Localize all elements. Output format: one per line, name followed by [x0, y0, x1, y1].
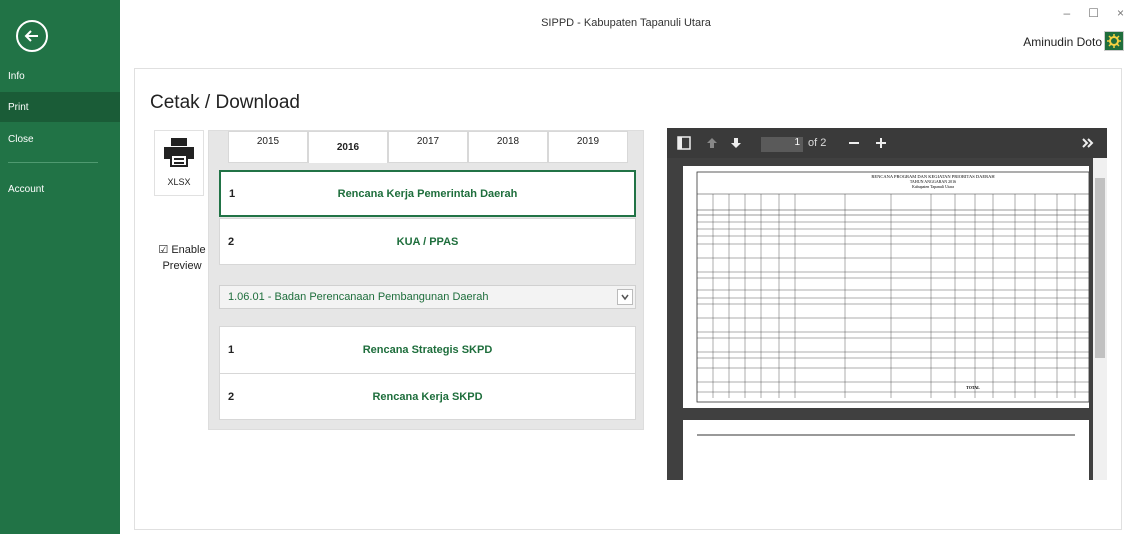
tab-year-2017[interactable]: 2017: [388, 131, 468, 163]
enable-preview-checkbox[interactable]: ☑ Enable Preview: [154, 242, 210, 274]
doc-region: Kabupaten Tapanuli Utara: [912, 184, 954, 189]
year-tabs: 2015 2016 2017 2018 2019: [228, 131, 629, 163]
report-label: KUA / PPAS: [396, 235, 459, 248]
tab-year-2019[interactable]: 2019: [548, 131, 628, 163]
report-number: 2: [228, 235, 235, 248]
close-button[interactable]: ×: [1117, 6, 1124, 20]
scrollbar-thumb[interactable]: [1095, 178, 1105, 358]
back-button[interactable]: [16, 20, 48, 52]
sidebar-item-label: Print: [8, 101, 29, 113]
report-card-rkpd[interactable]: 1 Rencana Kerja Pemerintah Daerah: [219, 170, 636, 217]
sidebar-item-print[interactable]: Print: [0, 92, 120, 122]
checkbox-checked-icon: ☑: [158, 244, 169, 256]
skpd-select-value: 1.06.01 - Badan Perencanaan Pembangunan …: [228, 291, 489, 303]
xlsx-button[interactable]: XLSX: [154, 130, 204, 196]
skpd-report-list: 1 Rencana Strategis SKPD 2 Rencana Kerja…: [219, 326, 636, 420]
report-label: Rencana Kerja Pemerintah Daerah: [337, 187, 518, 200]
zoom-out-icon[interactable]: [847, 136, 861, 150]
maximize-button[interactable]: ☐: [1088, 6, 1099, 20]
sidebar-item-account[interactable]: Account: [0, 174, 120, 204]
back-arrow-icon: [24, 30, 38, 42]
title-bar: SIPPD - Kabupaten Tapanuli Utara – ☐ × A…: [120, 0, 1132, 62]
report-number: 1: [228, 344, 235, 356]
more-tools-icon[interactable]: [1081, 136, 1095, 150]
window-title: SIPPD - Kabupaten Tapanuli Utara: [541, 17, 711, 29]
report-card-renja[interactable]: 2 Rencana Kerja SKPD: [220, 374, 635, 420]
report-label: Rencana Kerja SKPD: [372, 391, 483, 403]
pdf-page-2: [683, 420, 1089, 480]
tab-year-2015[interactable]: 2015: [228, 131, 308, 163]
tab-year-2016[interactable]: 2016: [308, 131, 388, 163]
report-card-kua-ppas[interactable]: 2 KUA / PPAS: [219, 218, 636, 265]
gear-icon: [1107, 34, 1121, 48]
minimize-button[interactable]: –: [1064, 6, 1071, 20]
window-controls: – ☐ ×: [1064, 6, 1124, 20]
pdf-page-input[interactable]: 1: [761, 137, 803, 152]
xlsx-label: XLSX: [167, 177, 191, 187]
tab-year-2018[interactable]: 2018: [468, 131, 548, 163]
sidebar-toggle-icon[interactable]: [677, 136, 691, 150]
chevron-down-icon[interactable]: [617, 289, 633, 305]
sidebar-item-label: Close: [8, 133, 34, 145]
sidebar-item-label: Account: [8, 183, 45, 195]
zoom-in-icon[interactable]: [874, 136, 888, 150]
sidebar-item-label: Info: [8, 70, 25, 82]
pdf-scrollbar[interactable]: [1093, 158, 1107, 480]
report-label: Rencana Strategis SKPD: [362, 344, 493, 356]
report-card-renstra[interactable]: 1 Rencana Strategis SKPD: [220, 327, 635, 373]
page-title: Cetak / Download: [150, 92, 300, 113]
avatar[interactable]: [1104, 31, 1124, 51]
pdf-toolbar: 1 of 2: [667, 128, 1107, 158]
report-number: 2: [228, 391, 235, 403]
next-page-icon[interactable]: [729, 136, 743, 150]
skpd-select[interactable]: 1.06.01 - Badan Perencanaan Pembangunan …: [219, 285, 636, 309]
pdf-page-2-content: [697, 434, 1075, 436]
sidebar-item-close[interactable]: Close: [0, 124, 120, 154]
pdf-preview: 1 of 2 RENCANA PROGRAM DAN KEGIATAN PRIO…: [667, 128, 1107, 480]
pdf-page-1: RENCANA PROGRAM DAN KEGIATAN PRIORITAS D…: [683, 166, 1090, 408]
enable-preview-label: Enable Preview: [162, 244, 206, 272]
sidebar-item-info[interactable]: Info: [0, 61, 120, 91]
pdf-document-table: RENCANA PROGRAM DAN KEGIATAN PRIORITAS D…: [696, 171, 1090, 403]
printer-icon: [164, 138, 194, 167]
sidebar: Info Print Close Account: [0, 0, 120, 534]
user-name[interactable]: Aminudin Doto: [1023, 35, 1102, 49]
previous-page-icon[interactable]: [705, 136, 719, 150]
sidebar-divider: [8, 162, 98, 163]
doc-total-label: TOTAL: [966, 385, 980, 390]
report-number: 1: [229, 187, 236, 200]
pdf-page-total: of 2: [808, 137, 827, 149]
